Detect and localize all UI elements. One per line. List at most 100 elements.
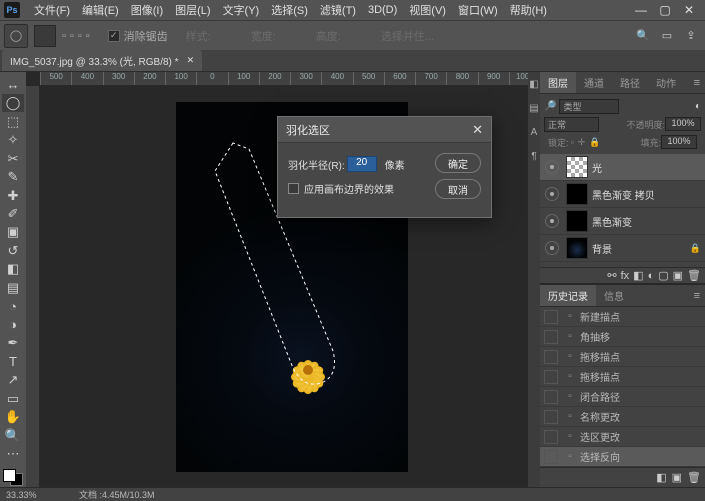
healing-tool-icon[interactable]: ✚ [2,187,24,204]
document-tab[interactable]: IMG_5037.jpg @ 33.3% (光, RGB/8) * ✕ [2,50,202,71]
tab-layers[interactable]: 图层 [540,72,576,93]
panel-icon-1[interactable]: ◧ [528,72,540,96]
workspace-icon[interactable]: ▭ [657,26,677,46]
fill-value[interactable]: 100% [661,135,697,149]
menu-file[interactable]: 文件(F) [28,0,76,20]
menu-window[interactable]: 窗口(W) [452,0,504,20]
layer-name[interactable]: 黑色渐变 [592,214,703,229]
brush-tool-icon[interactable]: ✐ [2,205,24,222]
group-icon[interactable]: ▢ [658,269,668,282]
visibility-icon[interactable] [545,160,559,174]
menu-edit[interactable]: 编辑(E) [76,0,125,20]
menu-image[interactable]: 图像(I) [125,0,169,20]
mask-icon[interactable]: ◧ [633,269,643,282]
selection-mode-new[interactable]: ▫ [62,30,66,42]
share-icon[interactable]: ⇪ [681,26,701,46]
window-close-icon[interactable]: ✕ [677,3,701,17]
history-item[interactable]: ▫选区更改 [540,427,705,447]
tab-actions[interactable]: 动作 [648,72,684,93]
close-tab-icon[interactable]: ✕ [187,55,195,66]
ok-button[interactable]: 确定 [435,153,481,173]
pen-tool-icon[interactable]: ✒ [2,335,24,352]
tab-history[interactable]: 历史记录 [540,285,596,306]
layer-filter-type[interactable]: 类型 [559,99,619,114]
foreground-swatch[interactable] [3,469,16,482]
panel-icon-3[interactable]: A [528,120,540,144]
antialias-checkbox[interactable]: ✓ [108,30,120,42]
adjustment-icon[interactable]: ◐ [648,270,655,282]
link-layers-icon[interactable]: ⚯ [607,269,616,282]
hand-tool-icon[interactable]: ✋ [2,408,24,425]
trash-icon[interactable]: 🗑 [687,471,701,484]
type-tool-icon[interactable]: T [2,353,24,370]
new-doc-dropdown[interactable] [34,25,56,47]
eraser-tool-icon[interactable]: ◧ [2,261,24,278]
opacity-value[interactable]: 100% [665,117,701,131]
lock-pixels-icon[interactable]: ▫ [571,137,574,147]
selection-mode-add[interactable]: ▫ [70,30,74,42]
lock-all-icon[interactable]: 🔒 [589,137,600,148]
layer-thumb[interactable] [566,210,588,232]
history-item[interactable]: ▫名称更改 [540,407,705,427]
move-tool-icon[interactable]: ↔ [2,76,24,93]
blur-tool-icon[interactable]: ◔ [2,298,24,315]
layer-thumb[interactable] [566,183,588,205]
close-icon[interactable]: ✕ [472,122,483,138]
color-swatches[interactable] [2,468,24,487]
marquee-tool-icon[interactable]: ⬚ [2,113,24,130]
layer-row[interactable]: 背景 🔒 [540,235,705,262]
menu-select[interactable]: 选择(S) [265,0,314,20]
layer-row[interactable]: 黑色渐变 拷贝 [540,181,705,208]
more-tools-icon[interactable]: ⋯ [2,445,24,462]
selection-mode-subtract[interactable]: ▫ [78,30,82,42]
lasso-tool-icon[interactable]: ◯ [2,94,24,111]
radius-input[interactable]: 20 [347,156,377,172]
search-icon[interactable]: 🔍 [633,26,653,46]
layer-thumb[interactable] [566,237,588,259]
cancel-button[interactable]: 取消 [435,179,481,199]
tab-paths[interactable]: 路径 [612,72,648,93]
menu-type[interactable]: 文字(Y) [217,0,266,20]
new-snapshot-icon[interactable]: ◧ [656,471,666,484]
history-item[interactable]: ▫闭合路径 [540,387,705,407]
zoom-tool-icon[interactable]: 🔍 [2,427,24,444]
menu-layer[interactable]: 图层(L) [169,0,216,20]
blend-mode-select[interactable]: 正常 [544,117,599,132]
menu-help[interactable]: 帮助(H) [504,0,553,20]
layer-style-icon[interactable]: fx [621,270,630,282]
filter-toggle-icon[interactable]: ◐ [695,101,701,112]
visibility-icon[interactable] [545,214,559,228]
eyedropper-tool-icon[interactable]: ✎ [2,168,24,185]
panel-icon-4[interactable]: ¶ [528,144,540,168]
history-item[interactable]: ▫选择反向 [540,447,705,467]
clone-tool-icon[interactable]: ▣ [2,224,24,241]
path-tool-icon[interactable]: ↗ [2,372,24,389]
window-minimize-icon[interactable]: — [629,3,653,17]
doc-info[interactable]: 文档 :4.45M/10.3M [79,488,155,501]
panel-menu-icon[interactable]: ≡ [689,74,705,92]
dodge-tool-icon[interactable]: ◑ [2,316,24,333]
layer-name[interactable]: 光 [592,160,703,175]
layer-row[interactable]: 黑色渐变 [540,208,705,235]
tab-info[interactable]: 信息 [596,285,632,306]
history-item[interactable]: ▫拖移描点 [540,367,705,387]
refine-edge-label[interactable]: 选择并住... [381,28,434,44]
new-layer-icon[interactable]: ▣ [673,269,683,282]
history-item[interactable]: ▫拖移描点 [540,347,705,367]
history-brush-tool-icon[interactable]: ↺ [2,242,24,259]
dialog-titlebar[interactable]: 羽化选区 ✕ [278,117,491,143]
lock-position-icon[interactable]: ✛ [578,137,586,148]
window-maximize-icon[interactable]: ▢ [653,3,677,17]
layer-name[interactable]: 黑色渐变 拷贝 [592,187,703,202]
visibility-icon[interactable] [545,241,559,255]
active-tool-indicator[interactable]: ◯ [4,24,28,48]
crop-tool-icon[interactable]: ✂ [2,150,24,167]
layer-thumb[interactable] [566,156,588,178]
trash-icon[interactable]: 🗑 [687,269,701,282]
panel-menu-icon[interactable]: ≡ [689,287,705,305]
shape-tool-icon[interactable]: ▭ [2,390,24,407]
layer-name[interactable]: 背景 [592,241,690,256]
zoom-field[interactable]: 33.33% [6,490,71,500]
history-item[interactable]: ▫角抽移 [540,327,705,347]
menu-view[interactable]: 视图(V) [403,0,452,20]
